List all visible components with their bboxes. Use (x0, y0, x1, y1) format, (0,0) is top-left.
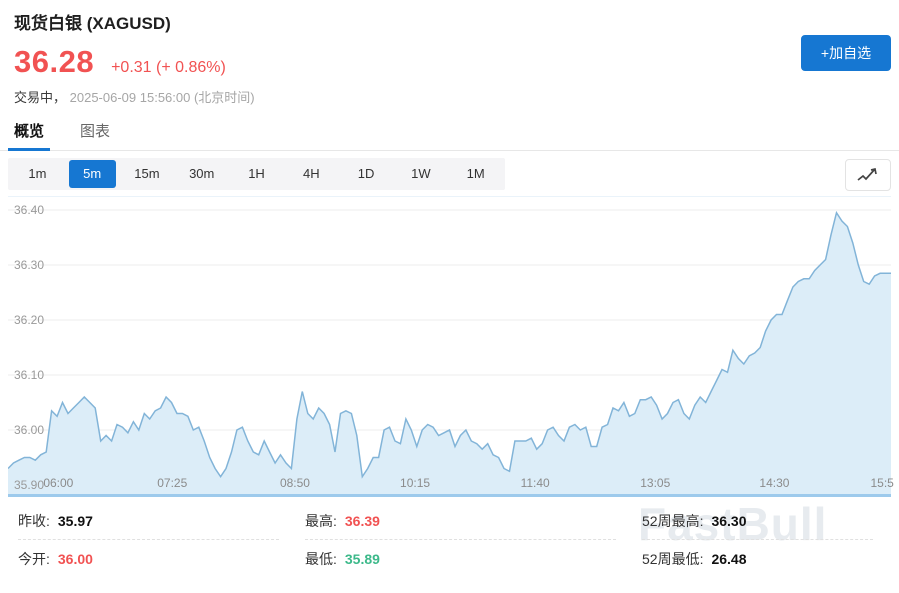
quote-page: 现货白银 (XAGUSD) 36.28 +0.31 (+ 0.86%) 交易中，… (0, 0, 899, 593)
line-chart-icon (855, 166, 881, 184)
stat-label: 最高: (305, 511, 337, 531)
last-price: 36.28 (14, 44, 94, 80)
x-axis-label: 14:30 (759, 476, 789, 490)
y-axis-label: 36.20 (14, 313, 44, 327)
timeframe-5m[interactable]: 5m (69, 160, 116, 188)
x-axis-label: 08:50 (280, 476, 310, 490)
x-axis-label: 15:5 (870, 476, 893, 490)
price-chart[interactable]: 36.40 36.30 36.20 36.10 36.00 35.9006:00 07:25… (8, 196, 891, 497)
add-watchlist-button[interactable]: +加自选 (801, 35, 891, 71)
stat-cell: 今开: 36.00 (18, 540, 305, 577)
y-axis-label: 35.90 (14, 478, 44, 492)
stat-cell: 52周最低: 26.48 (642, 540, 899, 577)
chart-type-button[interactable] (845, 159, 891, 191)
area-fill (8, 213, 891, 497)
quote-timestamp: 2025-06-09 15:56:00 (北京时间) (70, 90, 255, 105)
tab-bar: 概览图表 (0, 110, 899, 151)
y-axis-label: 36.10 (14, 368, 44, 382)
stat-value: 26.48 (711, 551, 746, 567)
timeframe-1m[interactable]: 1M (452, 160, 499, 188)
status-row: 交易中， 2025-06-09 15:56:00 (北京时间) (14, 87, 885, 106)
x-axis-label: 06:00 (43, 476, 73, 490)
timeframe-1m[interactable]: 1m (14, 160, 61, 188)
stat-label: 昨收: (18, 511, 50, 531)
x-axis-label: 11:40 (521, 476, 550, 490)
stat-value: 36.30 (711, 513, 746, 529)
chart-baseline (8, 494, 891, 497)
timeframe-1h[interactable]: 1H (233, 160, 280, 188)
stat-value: 36.39 (345, 513, 380, 529)
stat-value: 35.97 (58, 513, 93, 529)
x-axis-label: 07:25 (157, 476, 187, 490)
stats-grid: 昨收: 35.97 最高: 36.39 52周最高: 36.30 今开: 36.00 最低: 35… (0, 502, 899, 577)
timeframe-30m[interactable]: 30m (178, 160, 225, 188)
price-change: +0.31 (+ 0.86%) (111, 59, 226, 77)
stat-value: 36.00 (58, 551, 93, 567)
timeframe-row: 1m 5m 15m30m 1H 4H 1D1W 1M (0, 151, 899, 196)
tab-overview[interactable]: 概览 (14, 110, 44, 150)
stat-label: 52周最高: (642, 511, 703, 531)
timeframe-bar: 1m 5m 15m30m 1H 4H 1D1W 1M (8, 158, 505, 190)
y-axis-label: 36.00 (14, 423, 44, 437)
timeframe-1w[interactable]: 1W (397, 160, 444, 188)
timeframe-1d[interactable]: 1D (343, 160, 390, 188)
stat-cell: 昨收: 35.97 (18, 502, 279, 540)
trading-status: 交易中， (14, 90, 66, 105)
timeframe-15m[interactable]: 15m (124, 160, 171, 188)
stat-cell: 最高: 36.39 (305, 502, 616, 540)
stat-label: 今开: (18, 549, 50, 569)
stat-value: 35.89 (345, 551, 380, 567)
stat-label: 最低: (305, 549, 337, 569)
y-axis-label: 36.30 (14, 258, 44, 272)
area-chart-canvas (8, 197, 891, 497)
x-axis-label: 10:15 (400, 476, 430, 490)
y-axis-label: 36.40 (14, 203, 44, 217)
stat-label: 52周最低: (642, 549, 703, 569)
tab-chart[interactable]: 图表 (80, 110, 110, 150)
timeframe-4h[interactable]: 4H (288, 160, 335, 188)
stat-cell: 最低: 35.89 (305, 540, 642, 577)
quote-header: 现货白银 (XAGUSD) 36.28 +0.31 (+ 0.86%) 交易中，… (0, 0, 899, 106)
price-row: 36.28 +0.31 (+ 0.86%) (14, 44, 885, 80)
stat-cell: 52周最高: 36.30 (642, 502, 873, 540)
instrument-title: 现货白银 (XAGUSD) (14, 9, 885, 34)
x-axis-label: 13:05 (640, 476, 670, 490)
